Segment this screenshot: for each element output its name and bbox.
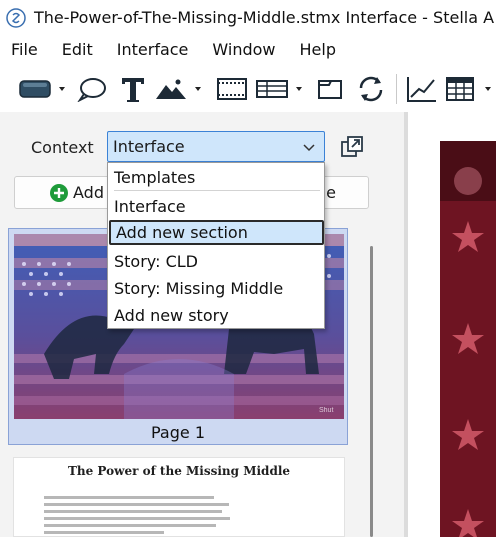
image-tool-icon[interactable] xyxy=(154,72,210,106)
title-bar: The-Power-of-The-Missing-Middle.stmx Int… xyxy=(0,0,496,35)
chevron-down-icon xyxy=(303,144,315,152)
context-select[interactable]: Interface xyxy=(107,131,325,162)
dropdown-option-interface[interactable]: Interface xyxy=(109,194,323,219)
window-title: The-Power-of-The-Missing-Middle.stmx Int… xyxy=(34,8,495,27)
menu-file[interactable]: File xyxy=(0,40,50,59)
svg-text:Shut: Shut xyxy=(319,407,333,414)
page-2-text-line xyxy=(44,531,164,534)
toolbar-separator xyxy=(396,74,397,104)
context-label: Context xyxy=(31,138,94,157)
text-tool-icon[interactable] xyxy=(117,72,149,106)
loop-tool-icon[interactable] xyxy=(354,72,388,106)
page-2-text-line xyxy=(44,496,214,499)
page-2-text-line xyxy=(44,517,230,520)
page-thumbnail-2[interactable]: The Power of the Missing Middle xyxy=(13,457,345,537)
menu-bar: File Edit Interface Window Help xyxy=(0,35,496,64)
dropdown-divider xyxy=(114,190,320,191)
menu-help[interactable]: Help xyxy=(288,40,348,59)
popout-window-icon[interactable] xyxy=(340,135,364,159)
menu-edit[interactable]: Edit xyxy=(50,40,105,59)
page-2-text-line xyxy=(44,503,229,506)
page-2-title: The Power of the Missing Middle xyxy=(67,464,291,478)
storyboard-tool-icon[interactable] xyxy=(214,72,250,106)
add-circle-icon xyxy=(50,184,68,202)
context-selected-value: Interface xyxy=(113,137,185,156)
input-device-tool-icon[interactable] xyxy=(255,72,311,106)
add-button-label: Add xyxy=(73,183,104,202)
dropdown-option-add-new-section[interactable]: Add new section xyxy=(109,220,324,245)
dropdown-header-templates[interactable]: Templates xyxy=(109,165,323,190)
context-dropdown-list: Templates Interface Add new section Stor… xyxy=(107,162,325,329)
comment-tool-icon[interactable] xyxy=(76,72,108,106)
page-2-text-line xyxy=(44,510,222,513)
page-tool-icon[interactable] xyxy=(314,72,346,106)
page-2-text-line xyxy=(44,524,216,527)
dropdown-option-story-missing-middle[interactable]: Story: Missing Middle xyxy=(109,276,323,301)
stella-app-icon xyxy=(6,7,26,28)
menu-interface[interactable]: Interface xyxy=(105,40,201,59)
dropdown-option-story-cld[interactable]: Story: CLD xyxy=(109,249,323,274)
graph-tool-icon[interactable] xyxy=(404,72,440,106)
toolbar xyxy=(0,66,496,112)
menu-window[interactable]: Window xyxy=(200,40,287,59)
canvas-page-art xyxy=(440,141,496,537)
dropdown-option-add-new-story[interactable]: Add new story xyxy=(109,303,323,328)
stock-tool-icon[interactable] xyxy=(18,72,74,106)
table-tool-icon[interactable] xyxy=(444,72,496,106)
page-1-caption: Page 1 xyxy=(151,423,205,442)
pages-scrollbar[interactable] xyxy=(370,246,373,537)
